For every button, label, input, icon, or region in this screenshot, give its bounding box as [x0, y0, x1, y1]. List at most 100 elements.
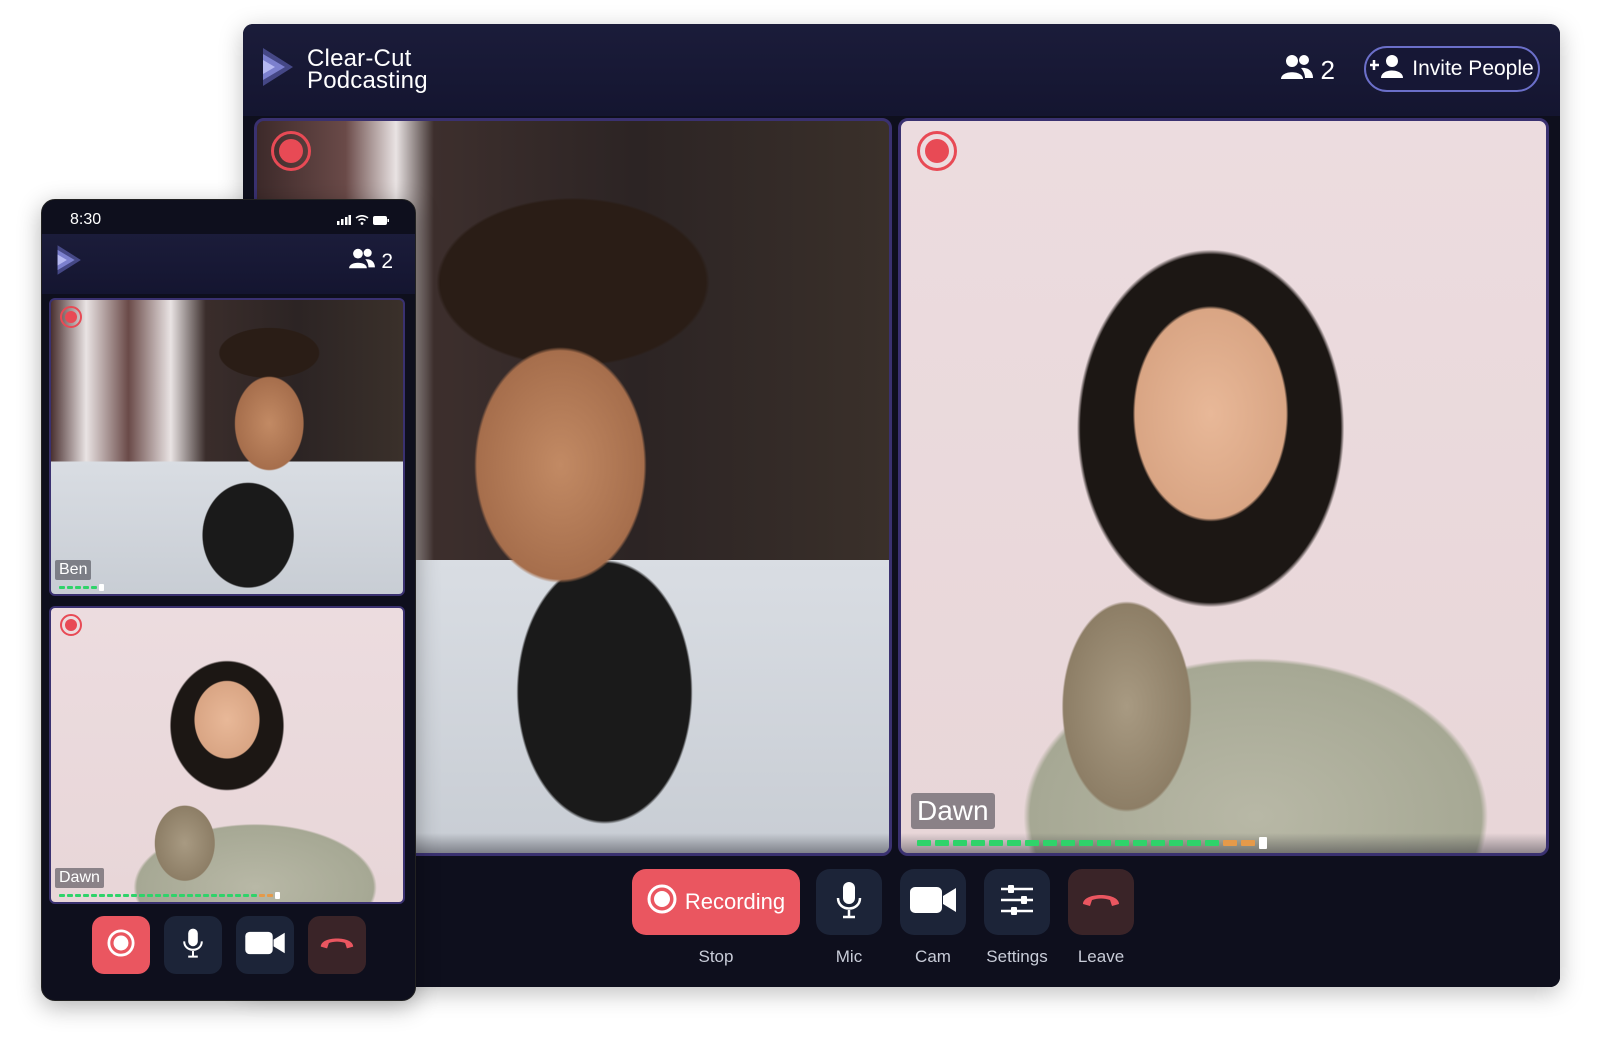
camera-icon [910, 886, 956, 919]
signal-icon [337, 212, 351, 230]
cam-caption: Cam [915, 947, 951, 966]
video-tile-ben[interactable]: Ben [49, 298, 405, 596]
level-segment [187, 894, 193, 897]
mobile-call-controls [42, 916, 415, 974]
level-segment [83, 894, 89, 897]
level-segment [115, 894, 121, 897]
settings-control: Settings [984, 869, 1050, 967]
level-segment [211, 894, 217, 897]
level-segment [67, 586, 73, 589]
level-segment [243, 894, 249, 897]
mic-button[interactable] [816, 869, 882, 935]
recording-button[interactable] [91, 916, 150, 974]
level-segment [91, 894, 97, 897]
hangup-icon [1080, 890, 1122, 915]
hangup-icon [318, 934, 356, 957]
level-segment [91, 586, 97, 589]
call-controls: Recording Stop Mic Cam Settings Leave [243, 861, 1560, 987]
level-segment-peak [1223, 840, 1237, 846]
level-segment [1133, 840, 1147, 846]
level-segment [195, 894, 201, 897]
level-segment [1169, 840, 1183, 846]
participant-name-tag: Dawn [911, 793, 995, 829]
invite-people-label: Invite People [1412, 57, 1534, 80]
settings-button[interactable] [984, 869, 1050, 935]
status-time: 8:30 [70, 211, 102, 228]
audio-level-meter [59, 584, 104, 591]
mobile-header: 2 [42, 234, 415, 294]
status-icons [337, 212, 389, 230]
level-segment [179, 894, 185, 897]
level-peak-marker [1259, 837, 1267, 849]
mobile-device: 8:30 2 Ben Dawn [41, 199, 416, 1001]
participant-count: 2 [1280, 54, 1335, 87]
level-segment [123, 894, 129, 897]
level-segment [1007, 840, 1021, 846]
mic-icon [181, 926, 205, 965]
camera-icon [244, 931, 285, 960]
app-header: Clear-Cut Podcasting 2 Invite People [243, 24, 1560, 116]
level-segment-peak [1241, 840, 1255, 846]
level-segment [219, 894, 225, 897]
level-segment [139, 894, 145, 897]
level-segment [917, 840, 931, 846]
level-segment [83, 586, 89, 589]
leave-control: Leave [1068, 869, 1134, 967]
level-segment [935, 840, 949, 846]
level-segment [1187, 840, 1201, 846]
level-segment [1025, 840, 1039, 846]
participant-count-value: 2 [381, 249, 393, 273]
settings-caption: Settings [986, 947, 1048, 966]
level-segment [227, 894, 233, 897]
camera-button[interactable] [900, 869, 966, 935]
leave-button[interactable] [307, 916, 366, 974]
audio-level-meter [59, 892, 280, 899]
level-segment [1079, 840, 1093, 846]
level-segment [163, 894, 169, 897]
camera-button[interactable] [235, 916, 294, 974]
recording-indicator [60, 614, 82, 636]
participant-count: 2 [349, 248, 393, 275]
level-segment [147, 894, 153, 897]
record-icon [647, 884, 677, 920]
level-segment [953, 840, 967, 846]
level-segment [1061, 840, 1075, 846]
level-segment-peak [267, 894, 273, 897]
desktop-window: Clear-Cut Podcasting 2 Invite People Daw… [243, 24, 1560, 987]
level-segment [155, 894, 161, 897]
record-control: Recording Stop [632, 869, 800, 967]
wifi-icon [355, 212, 369, 230]
mic-control: Mic [816, 869, 882, 967]
level-segment [1151, 840, 1165, 846]
add-person-icon [1369, 54, 1406, 84]
people-icon [349, 248, 376, 275]
recording-button[interactable]: Recording [632, 869, 800, 935]
level-segment [235, 894, 241, 897]
level-segment [75, 586, 81, 589]
participant-count-value: 2 [1320, 55, 1335, 85]
video-tile-dawn[interactable]: Dawn [49, 606, 405, 904]
recording-indicator [917, 131, 957, 171]
video-tile-dawn[interactable]: Dawn [898, 118, 1549, 856]
invite-people-button[interactable]: Invite People [1364, 46, 1540, 92]
people-icon [1280, 54, 1313, 87]
participant-name-tag: Dawn [55, 868, 104, 888]
status-bar: 8:30 [42, 200, 415, 232]
leave-caption: Leave [1077, 947, 1125, 966]
logo-icon [56, 242, 84, 283]
stop-caption: Stop [698, 947, 734, 966]
level-peak-marker [275, 892, 280, 899]
level-segment [251, 894, 257, 897]
level-segment [59, 586, 65, 589]
level-segment [971, 840, 985, 846]
leave-button[interactable] [1068, 869, 1134, 935]
sliders-icon [999, 883, 1035, 922]
level-segment [1115, 840, 1129, 846]
level-segment [67, 894, 73, 897]
mic-button[interactable] [163, 916, 222, 974]
level-peak-marker [99, 584, 104, 591]
level-segment-peak [259, 894, 265, 897]
level-segment [75, 894, 81, 897]
brand: Clear-Cut Podcasting [261, 44, 428, 95]
level-segment [989, 840, 1003, 846]
